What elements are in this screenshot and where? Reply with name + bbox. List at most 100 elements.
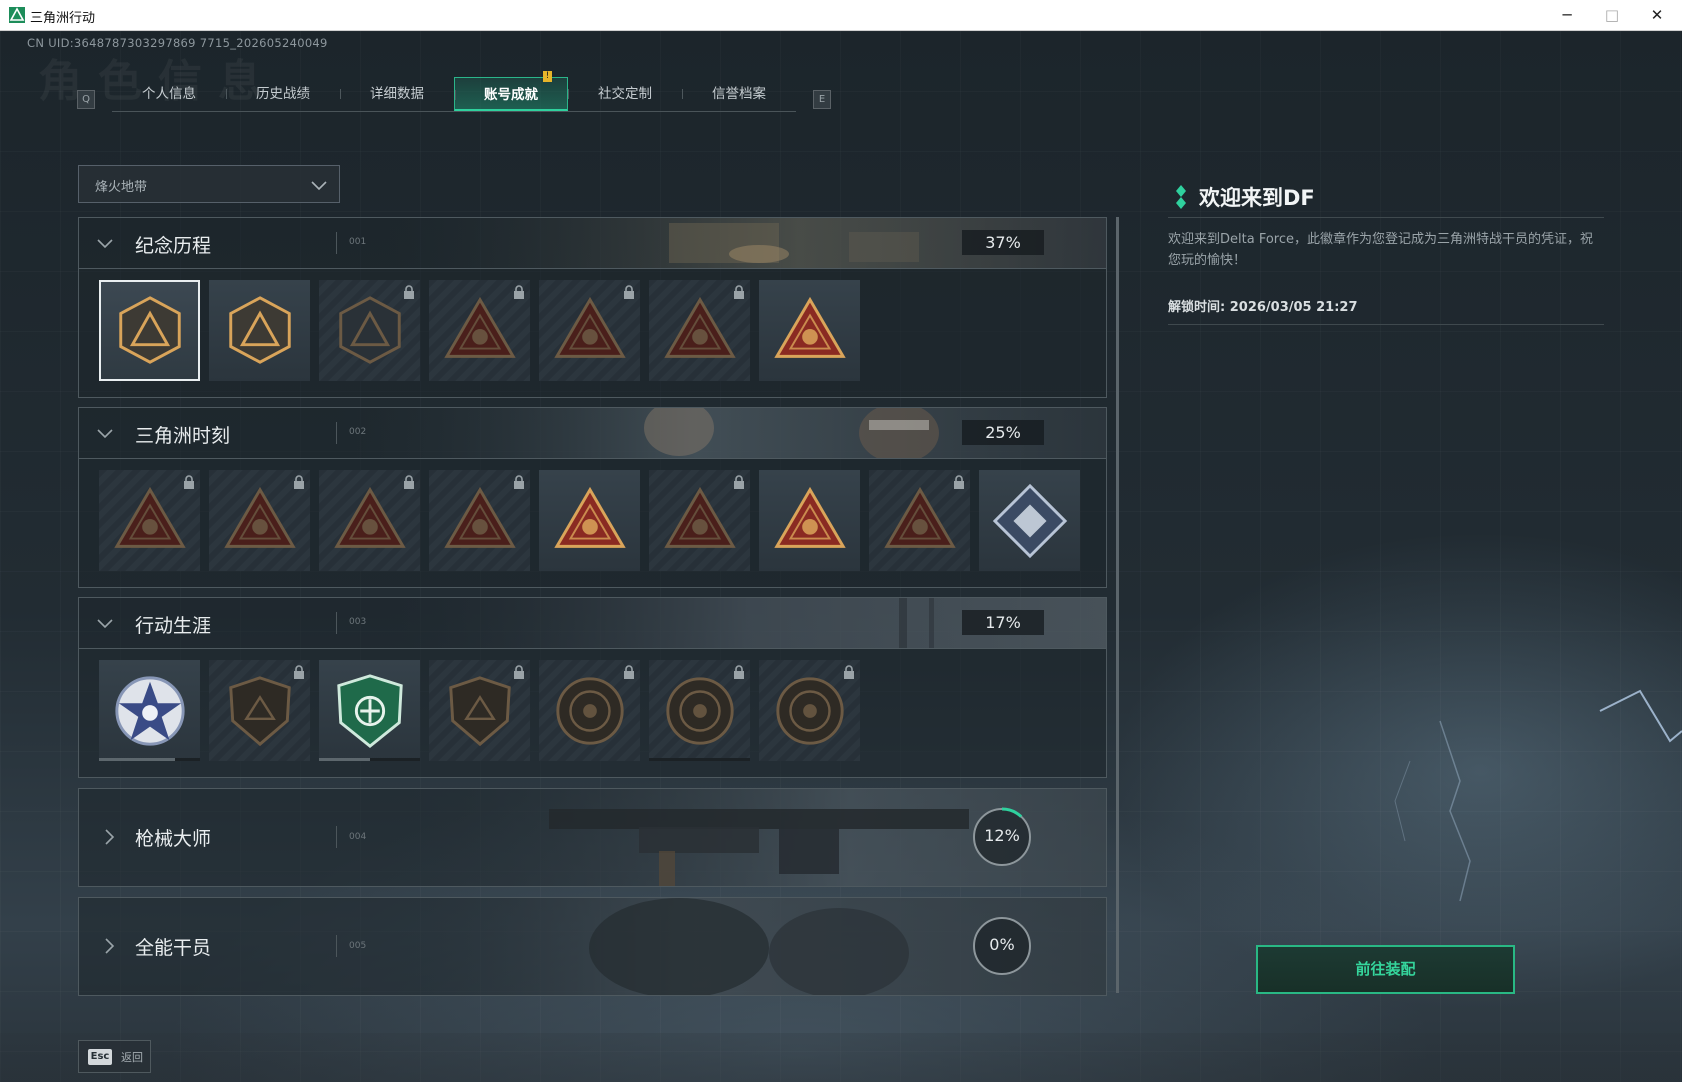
chevron-right-icon — [105, 829, 115, 845]
badge-progress-bar — [99, 758, 200, 761]
achievement-badge[interactable] — [759, 660, 860, 761]
header-divider — [336, 826, 337, 848]
wolf-emblem-icon — [663, 486, 736, 548]
section-title: 全能干员 — [135, 937, 212, 959]
tab-prev-key[interactable]: Q — [77, 90, 95, 109]
go-equip-button[interactable]: 前往装配 — [1256, 945, 1515, 994]
unlock-time: 解锁时间: 2026/03/05 21:27 — [1168, 300, 1358, 315]
achievement-badge[interactable] — [209, 470, 310, 571]
section-index: 005 — [349, 941, 367, 951]
eye-coin-icon — [775, 676, 844, 745]
warning-icon: ! — [543, 71, 552, 82]
mode-select[interactable]: 烽火地带 — [78, 165, 340, 203]
section-header[interactable]: 纪念历程 001 37% — [79, 218, 1106, 269]
header-art — [79, 408, 1106, 458]
detail-title: 欢迎来到DF — [1199, 186, 1315, 210]
d20-dice-icon — [443, 486, 516, 548]
tab-personal-info[interactable]: 个人信息 — [112, 77, 226, 111]
tab-credit-record[interactable]: 信誉档案 — [682, 77, 796, 111]
window-title: 三角洲行动 — [30, 11, 96, 26]
section-index: 004 — [349, 832, 367, 842]
squad-icon — [553, 486, 626, 548]
achievement-badge[interactable] — [649, 280, 750, 381]
app-logo-icon — [9, 7, 25, 23]
achievement-badge[interactable] — [319, 280, 420, 381]
gold-bag-icon — [773, 296, 846, 358]
lock-icon — [514, 475, 524, 489]
player-uid: CN UID:3648787303297869 7715_20260524004… — [27, 36, 328, 50]
achievement-badge[interactable] — [759, 470, 860, 571]
lock-icon — [734, 285, 744, 299]
achievement-badge[interactable] — [429, 470, 530, 571]
section-index: 002 — [349, 427, 367, 437]
tab-history[interactable]: 历史战绩 — [226, 77, 340, 111]
achievement-badge[interactable] — [539, 280, 640, 381]
dragon-icon — [883, 486, 956, 548]
section-header[interactable]: 行动生涯 003 17% — [79, 598, 1106, 649]
detail-divider — [1168, 217, 1604, 218]
achievement-badge[interactable] — [979, 470, 1080, 571]
section-memorial: 纪念历程 001 37% — [78, 217, 1107, 398]
achievement-badge[interactable] — [319, 660, 420, 761]
achievement-badge[interactable] — [429, 660, 530, 761]
lightning-decoration — [1394, 689, 1682, 902]
lock-icon — [404, 475, 414, 489]
badge-row — [99, 470, 1080, 571]
rifle-art — [79, 789, 1106, 886]
lock-icon — [624, 285, 634, 299]
section-title: 三角洲时刻 — [135, 425, 231, 447]
badge-progress-bar — [319, 758, 420, 761]
tab-label: 历史战绩 — [256, 86, 310, 102]
maximize-button[interactable]: □ — [1589, 0, 1635, 31]
section-title: 枪械大师 — [135, 828, 212, 850]
helicopter-icon — [228, 295, 291, 364]
achievement-badge[interactable] — [99, 660, 200, 761]
back-button[interactable]: Esc 返回 — [78, 1040, 151, 1073]
achievement-badge[interactable] — [869, 470, 970, 571]
lock-icon — [624, 665, 634, 679]
header-divider — [336, 232, 337, 254]
header-divider — [336, 935, 337, 957]
tab-label: 个人信息 — [142, 86, 196, 102]
achievement-badge[interactable] — [99, 280, 200, 381]
section-all-round-operator[interactable]: 全能干员 005 0% — [78, 897, 1107, 996]
operator-art — [79, 898, 1106, 995]
tab-detailed-data[interactable]: 详细数据 — [340, 77, 454, 111]
badge-row — [99, 660, 860, 761]
achievement-badge[interactable] — [319, 470, 420, 571]
footer-bar — [0, 1033, 1682, 1082]
achievement-badge[interactable] — [429, 280, 530, 381]
achievement-badge[interactable] — [649, 660, 750, 761]
tab-label: 信誉档案 — [712, 86, 766, 102]
section-weapon-master[interactable]: 枪械大师 004 12% — [78, 788, 1107, 887]
lock-icon — [294, 665, 304, 679]
badge-progress-bar — [649, 758, 750, 761]
lock-icon — [954, 475, 964, 489]
badge-progress-fill — [319, 758, 370, 761]
tab-social[interactable]: ! 社交定制 — [543, 71, 682, 111]
tab-label: 账号成就 — [484, 87, 538, 103]
achievement-badge[interactable] — [759, 280, 860, 381]
list-scrollbar[interactable] — [1116, 217, 1119, 993]
close-window-button[interactable]: ✕ — [1634, 0, 1680, 31]
minimize-button[interactable]: ─ — [1544, 0, 1590, 31]
lock-icon — [184, 475, 194, 489]
achievement-badge[interactable] — [209, 280, 310, 381]
detail-description: 欢迎来到Delta Force，此徽章作为您登记成为三角洲特战干员的凭证，祝您玩… — [1168, 232, 1593, 268]
clam-coin-icon — [555, 676, 624, 745]
achievement-badge[interactable] — [539, 660, 640, 761]
tab-achievements[interactable]: 账号成就 — [454, 77, 568, 111]
section-progress: 12% — [984, 826, 1020, 845]
lock-icon — [514, 285, 524, 299]
emblem-shield-icon — [338, 295, 401, 364]
achievement-badge[interactable] — [99, 470, 200, 571]
achievement-badge[interactable] — [539, 470, 640, 571]
green-shield-icon — [336, 673, 403, 748]
crystal-cube-icon — [992, 483, 1067, 558]
tab-next-key[interactable]: E — [813, 90, 831, 109]
lock-icon — [294, 475, 304, 489]
star-medal-icon — [114, 675, 185, 746]
section-header[interactable]: 三角洲时刻 002 25% — [79, 408, 1106, 459]
achievement-badge[interactable] — [209, 660, 310, 761]
achievement-badge[interactable] — [649, 470, 750, 571]
